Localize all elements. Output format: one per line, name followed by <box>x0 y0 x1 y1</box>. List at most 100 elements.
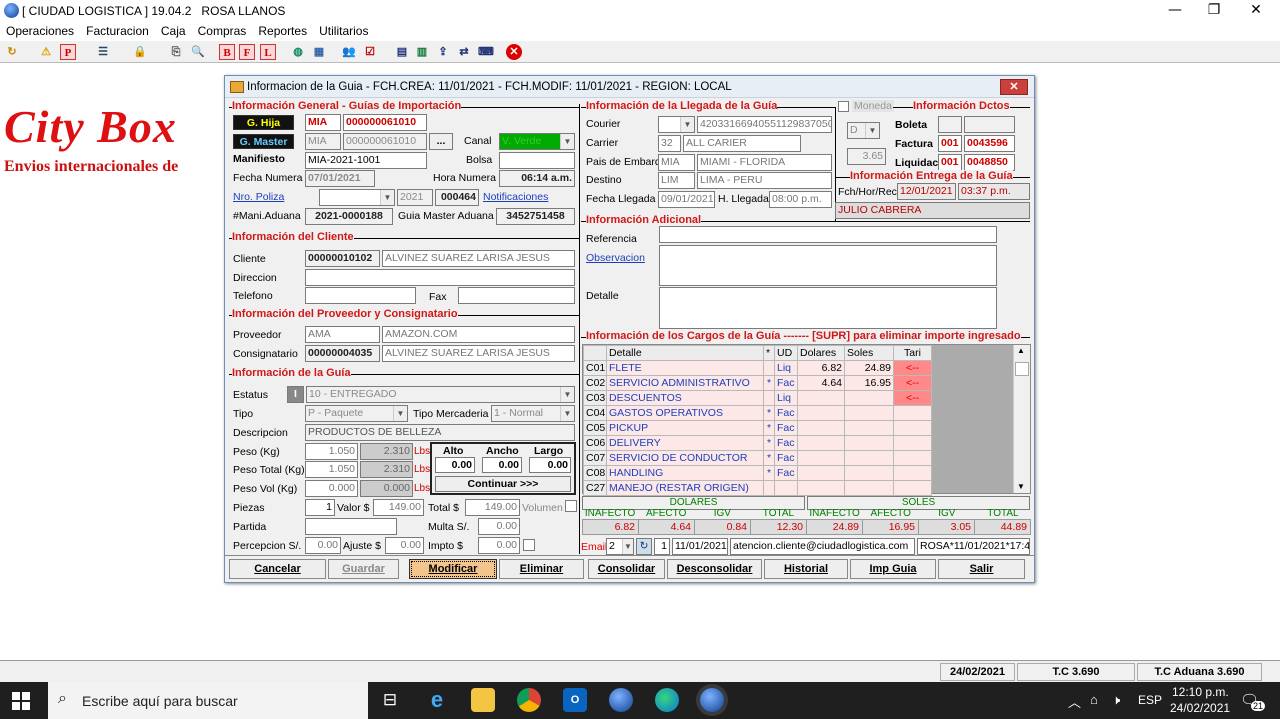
lock-icon[interactable]: 🔒 <box>132 44 148 60</box>
chevron-down-icon[interactable]: ▼ <box>560 134 574 149</box>
courier-tracking[interactable]: 420331669405511298370503 <box>697 116 832 133</box>
estatus-select[interactable]: 10 - ENTREGADO ▼ <box>306 386 575 403</box>
cargo-star[interactable] <box>763 360 775 376</box>
pais-name[interactable]: MIAMI - FLORIDA <box>697 154 832 171</box>
modificar-button[interactable]: Modificar <box>409 559 497 579</box>
window-icon[interactable]: ▦ <box>311 44 327 60</box>
email-address[interactable]: atencion.cliente@ciudadlogistica.com <box>730 538 915 555</box>
excel-icon[interactable]: ▥ <box>414 44 430 60</box>
f-button[interactable]: F <box>239 44 255 60</box>
alto-field[interactable]: 0.00 <box>435 457 475 473</box>
cargo-soles[interactable] <box>844 435 894 451</box>
p-button[interactable]: P <box>60 44 76 60</box>
table-row[interactable]: C05 PICKUP * Fac <box>583 420 932 436</box>
hija-origin[interactable]: MIA <box>305 114 341 131</box>
cargo-dolares[interactable] <box>797 435 845 451</box>
list-icon[interactable]: ☰ <box>95 44 111 60</box>
consolidar-button[interactable]: Consolidar <box>588 559 665 579</box>
menu-compras[interactable]: Compras <box>198 22 247 41</box>
master-lookup-button[interactable]: ... <box>429 133 453 150</box>
manifiesto-field[interactable]: MIA-2021-1001 <box>305 152 427 169</box>
cargo-detalle[interactable]: DELIVERY <box>606 435 764 451</box>
cargo-detalle[interactable]: SERVICIO DE CONDUCTOR <box>606 450 764 466</box>
check-icon[interactable]: ☑ <box>362 44 378 60</box>
table-row[interactable]: C01 FLETE Liq 6.82 24.89 <-- <box>583 360 932 376</box>
cargo-star[interactable]: * <box>763 450 775 466</box>
app-globe-active-icon[interactable] <box>700 688 724 712</box>
windows-start-icon[interactable] <box>12 692 30 710</box>
cargo-dolares[interactable] <box>797 450 845 466</box>
peso-lbs-field[interactable]: 2.310 <box>360 443 413 460</box>
cargo-soles[interactable] <box>844 405 894 421</box>
warning-icon[interactable]: ⚠ <box>38 44 54 60</box>
master-origin[interactable]: MIA <box>305 133 341 150</box>
peso-vol-kg-field[interactable]: 0.000 <box>305 480 358 497</box>
fecha-llegada-field[interactable]: 09/01/2021 <box>658 191 715 208</box>
b-button[interactable]: B <box>219 44 235 60</box>
task-view-icon[interactable]: ⊟ <box>378 688 402 712</box>
detalle-field[interactable] <box>659 287 997 329</box>
piezas-field[interactable]: 1 <box>305 499 335 516</box>
cargo-ud[interactable] <box>774 480 798 496</box>
descripcion-field[interactable]: PRODUCTOS DE BELLEZA <box>305 424 575 441</box>
fecha-numera-field[interactable]: 07/01/2021 <box>305 170 375 187</box>
peso-vol-lbs-field[interactable]: 0.000 <box>360 480 413 497</box>
doc-icon[interactable]: ▤ <box>394 44 410 60</box>
chevron-down-icon[interactable]: ▼ <box>622 539 633 554</box>
scroll-thumb[interactable] <box>1015 362 1029 376</box>
cargo-star[interactable]: * <box>763 465 775 481</box>
col-tari[interactable]: Tari <box>893 345 932 361</box>
cargo-soles[interactable] <box>844 390 894 406</box>
cargo-star[interactable] <box>763 390 775 406</box>
courier-select[interactable]: ▼ <box>658 116 695 133</box>
observacion-field[interactable] <box>659 245 997 286</box>
eliminar-button[interactable]: Eliminar <box>499 559 584 579</box>
col-ud[interactable]: UD <box>774 345 798 361</box>
table-row[interactable]: C07 SERVICIO DE CONDUCTOR * Fac <box>583 450 932 466</box>
hija-number[interactable]: 000000061010 <box>343 114 427 131</box>
ancho-field[interactable]: 0.00 <box>482 457 522 473</box>
destino-code[interactable]: LIM <box>658 172 695 189</box>
cargo-detalle[interactable]: HANDLING <box>606 465 764 481</box>
menu-operaciones[interactable]: Operaciones <box>6 22 74 41</box>
fax-field[interactable] <box>458 287 575 304</box>
desconsolidar-button[interactable]: Desconsolidar <box>667 559 762 579</box>
entrega-receptor[interactable]: JULIO CABRERA <box>835 202 1030 219</box>
cargo-detalle[interactable]: SERVICIO ADMINISTRATIVO <box>606 375 764 391</box>
tipo-mercaderia-select[interactable]: 1 - Normal ▼ <box>491 405 575 422</box>
chevron-down-icon[interactable]: ▼ <box>393 406 407 421</box>
cargo-code[interactable]: C02 <box>583 375 607 391</box>
boleta-numero[interactable] <box>964 116 1015 133</box>
table-row[interactable]: C06 DELIVERY * Fac <box>583 435 932 451</box>
cargo-detalle[interactable]: FLETE <box>606 360 764 376</box>
table-row[interactable]: C02 SERVICIO ADMINISTRATIVO * Fac 4.64 16.95 <… <box>583 375 932 391</box>
cargo-code[interactable]: C05 <box>583 420 607 436</box>
cargo-star[interactable]: * <box>763 435 775 451</box>
total-field[interactable]: 149.00 <box>465 499 520 516</box>
edge-legacy-icon[interactable]: e <box>425 688 449 712</box>
proveedor-code[interactable]: AMA <box>305 326 380 343</box>
referencia-field[interactable] <box>659 226 997 243</box>
peso-total-lbs-field[interactable]: 2.310 <box>360 461 413 478</box>
factura-numero[interactable]: 0043596 <box>964 135 1015 152</box>
pais-code[interactable]: MIA <box>658 154 695 171</box>
cargo-soles[interactable] <box>844 450 894 466</box>
largo-field[interactable]: 0.00 <box>529 457 571 473</box>
poliza-year[interactable]: 2021 <box>397 189 433 206</box>
moneda-select[interactable]: D ▼ <box>847 122 880 139</box>
cargo-code[interactable]: C06 <box>583 435 607 451</box>
volume-icon[interactable]: 🕨 <box>1112 692 1120 708</box>
chrome-icon[interactable] <box>517 688 541 712</box>
cargo-ud[interactable]: Fac <box>774 375 798 391</box>
language-indicator[interactable]: ESP <box>1138 693 1162 707</box>
close-window-button[interactable]: ✕ <box>1236 2 1276 18</box>
chevron-down-icon[interactable]: ▼ <box>680 117 694 132</box>
email-count-select[interactable]: 2 ▼ <box>606 538 634 555</box>
cargo-dolares[interactable] <box>797 420 845 436</box>
cliente-name[interactable]: ALVINEZ SUAREZ LARISA JESUS <box>382 250 575 267</box>
cargo-code[interactable]: C03 <box>583 390 607 406</box>
continuar-button[interactable]: Continuar >>> <box>435 476 571 492</box>
cargo-ud[interactable]: Fac <box>774 450 798 466</box>
nro-poliza-link[interactable]: Nro. Poliza <box>233 191 284 203</box>
cargo-ud[interactable]: Liq <box>774 390 798 406</box>
